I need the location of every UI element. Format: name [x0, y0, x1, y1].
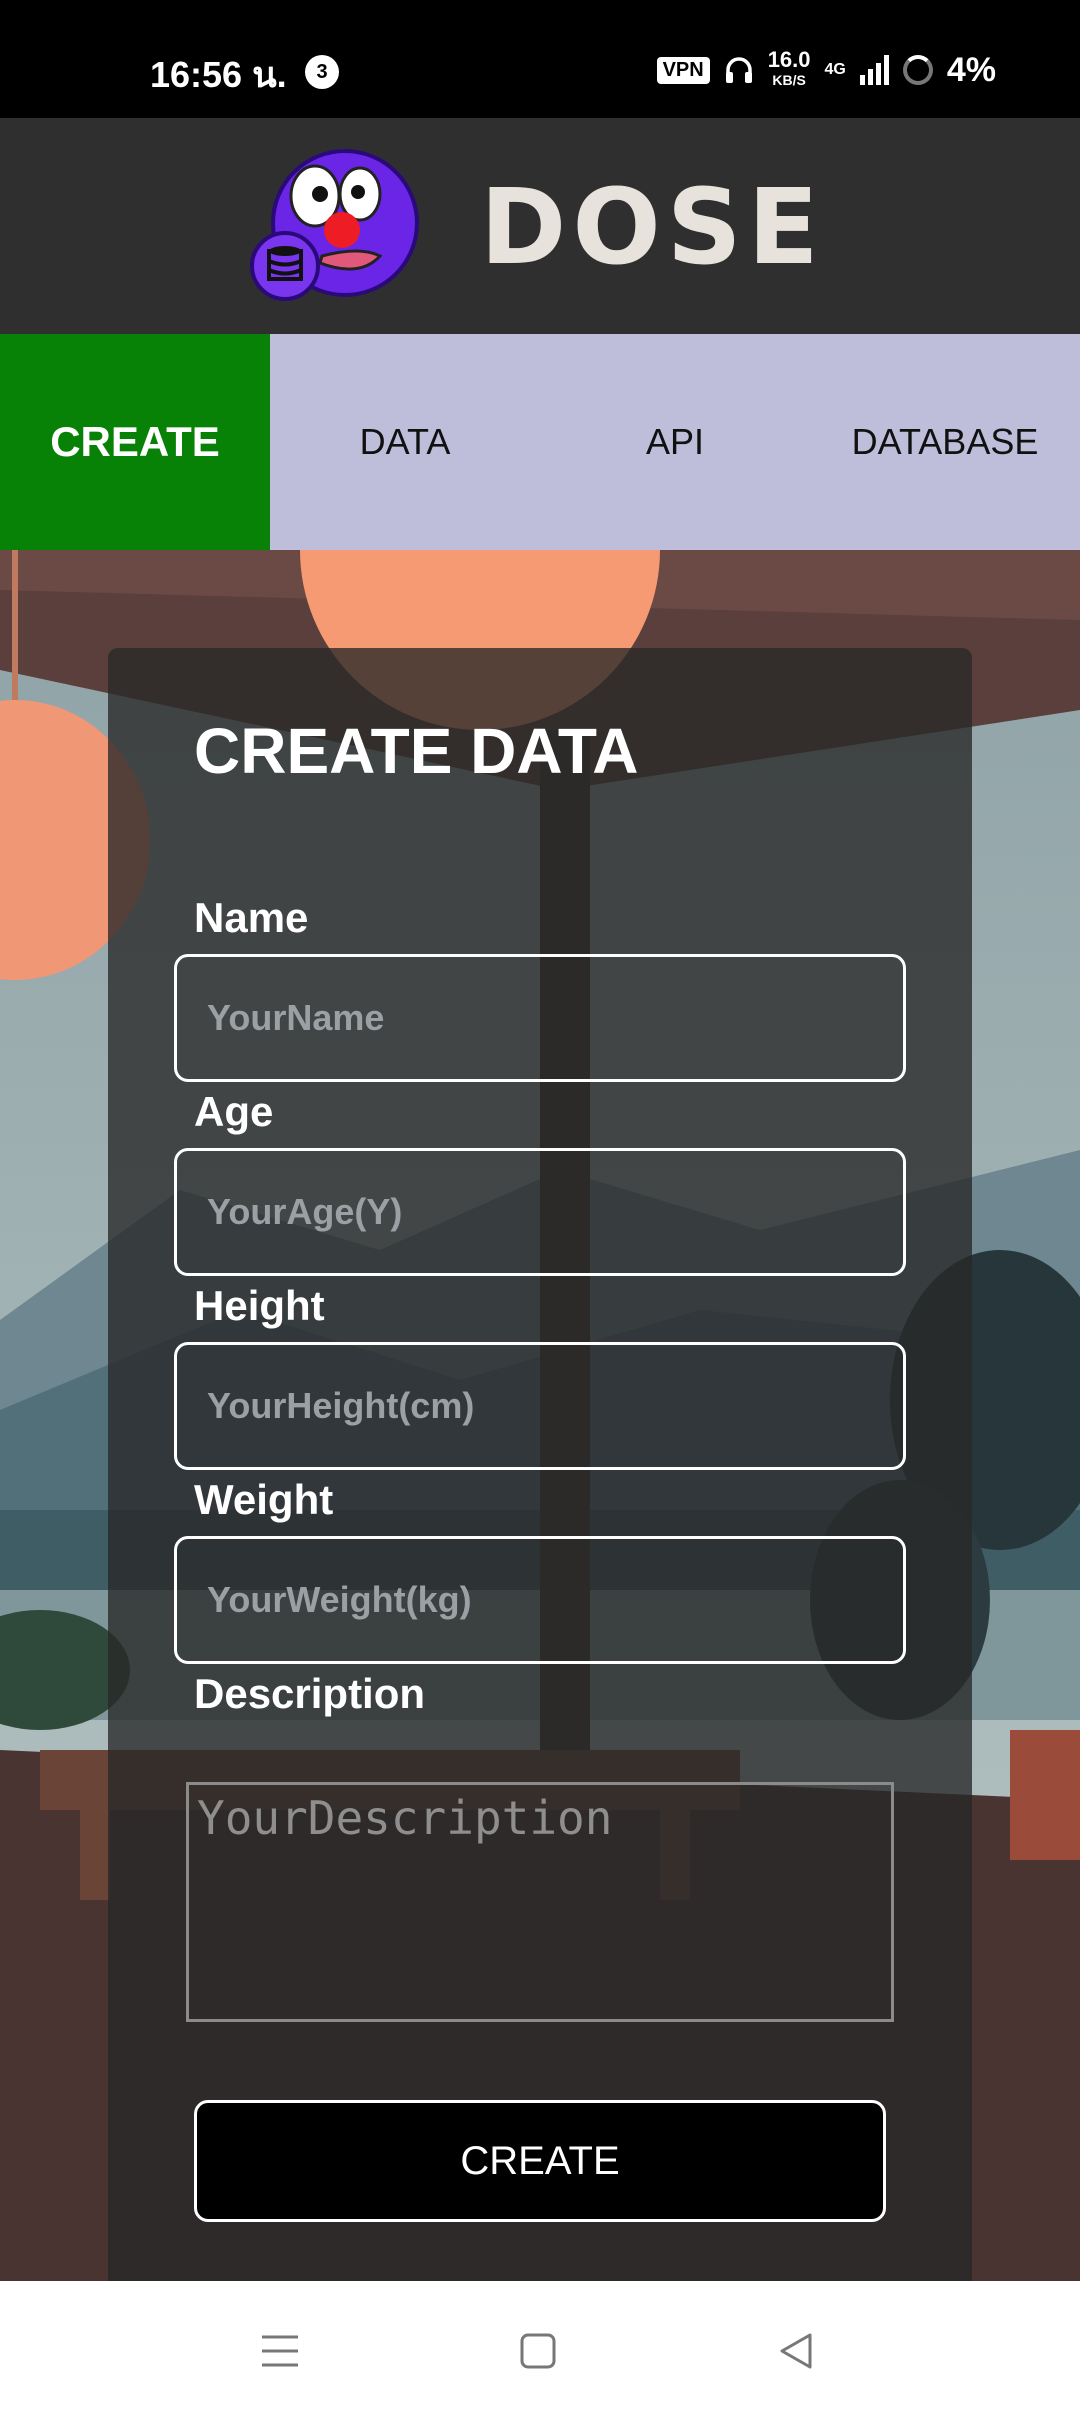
main-nav: CREATE DATA API DATABASE [0, 334, 1080, 550]
system-nav-bar [0, 2281, 1080, 2412]
description-textarea[interactable] [186, 1782, 894, 2022]
network-speed: 16.0 KB/S [767, 47, 811, 89]
name-input[interactable] [174, 954, 906, 1082]
vpn-icon: VPN [656, 56, 710, 84]
app-header: DOSE [0, 118, 1080, 334]
create-button[interactable]: CREATE [194, 2100, 886, 2222]
back-icon[interactable] [766, 2321, 826, 2381]
status-bar: 16:56 น. 3 VPN 16.0 KB/S 4G 4% [0, 0, 1080, 118]
notification-count-badge: 3 [305, 55, 339, 89]
menu-icon[interactable] [250, 2321, 310, 2381]
weight-label: Weight [194, 1476, 334, 1523]
height-input[interactable] [174, 1342, 906, 1470]
create-data-card: CREATE DATA Name Age Height Weight Descr… [108, 648, 972, 2281]
tab-data[interactable]: DATA [270, 334, 540, 550]
status-time: 16:56 น. [150, 54, 287, 95]
tab-database[interactable]: DATABASE [810, 334, 1080, 550]
height-label: Height [194, 1282, 325, 1329]
page-title: CREATE DATA [194, 715, 639, 787]
battery-icon [902, 55, 933, 85]
home-icon[interactable] [508, 2321, 568, 2381]
brand-name: DOSE [480, 166, 825, 288]
network-type: 4G [824, 61, 846, 78]
weight-input[interactable] [174, 1536, 906, 1664]
tab-create[interactable]: CREATE [0, 334, 270, 550]
signal-icon [859, 55, 889, 85]
age-input[interactable] [174, 1148, 906, 1276]
headphones-icon [725, 57, 752, 83]
tab-api[interactable]: API [540, 334, 810, 550]
description-label: Description [194, 1670, 426, 1717]
status-icons: VPN 16.0 KB/S 4G 4% [656, 47, 996, 90]
age-label: Age [194, 1088, 274, 1135]
logo-icon [250, 149, 419, 301]
name-label: Name [194, 894, 309, 941]
battery-level: 4% [946, 50, 996, 89]
